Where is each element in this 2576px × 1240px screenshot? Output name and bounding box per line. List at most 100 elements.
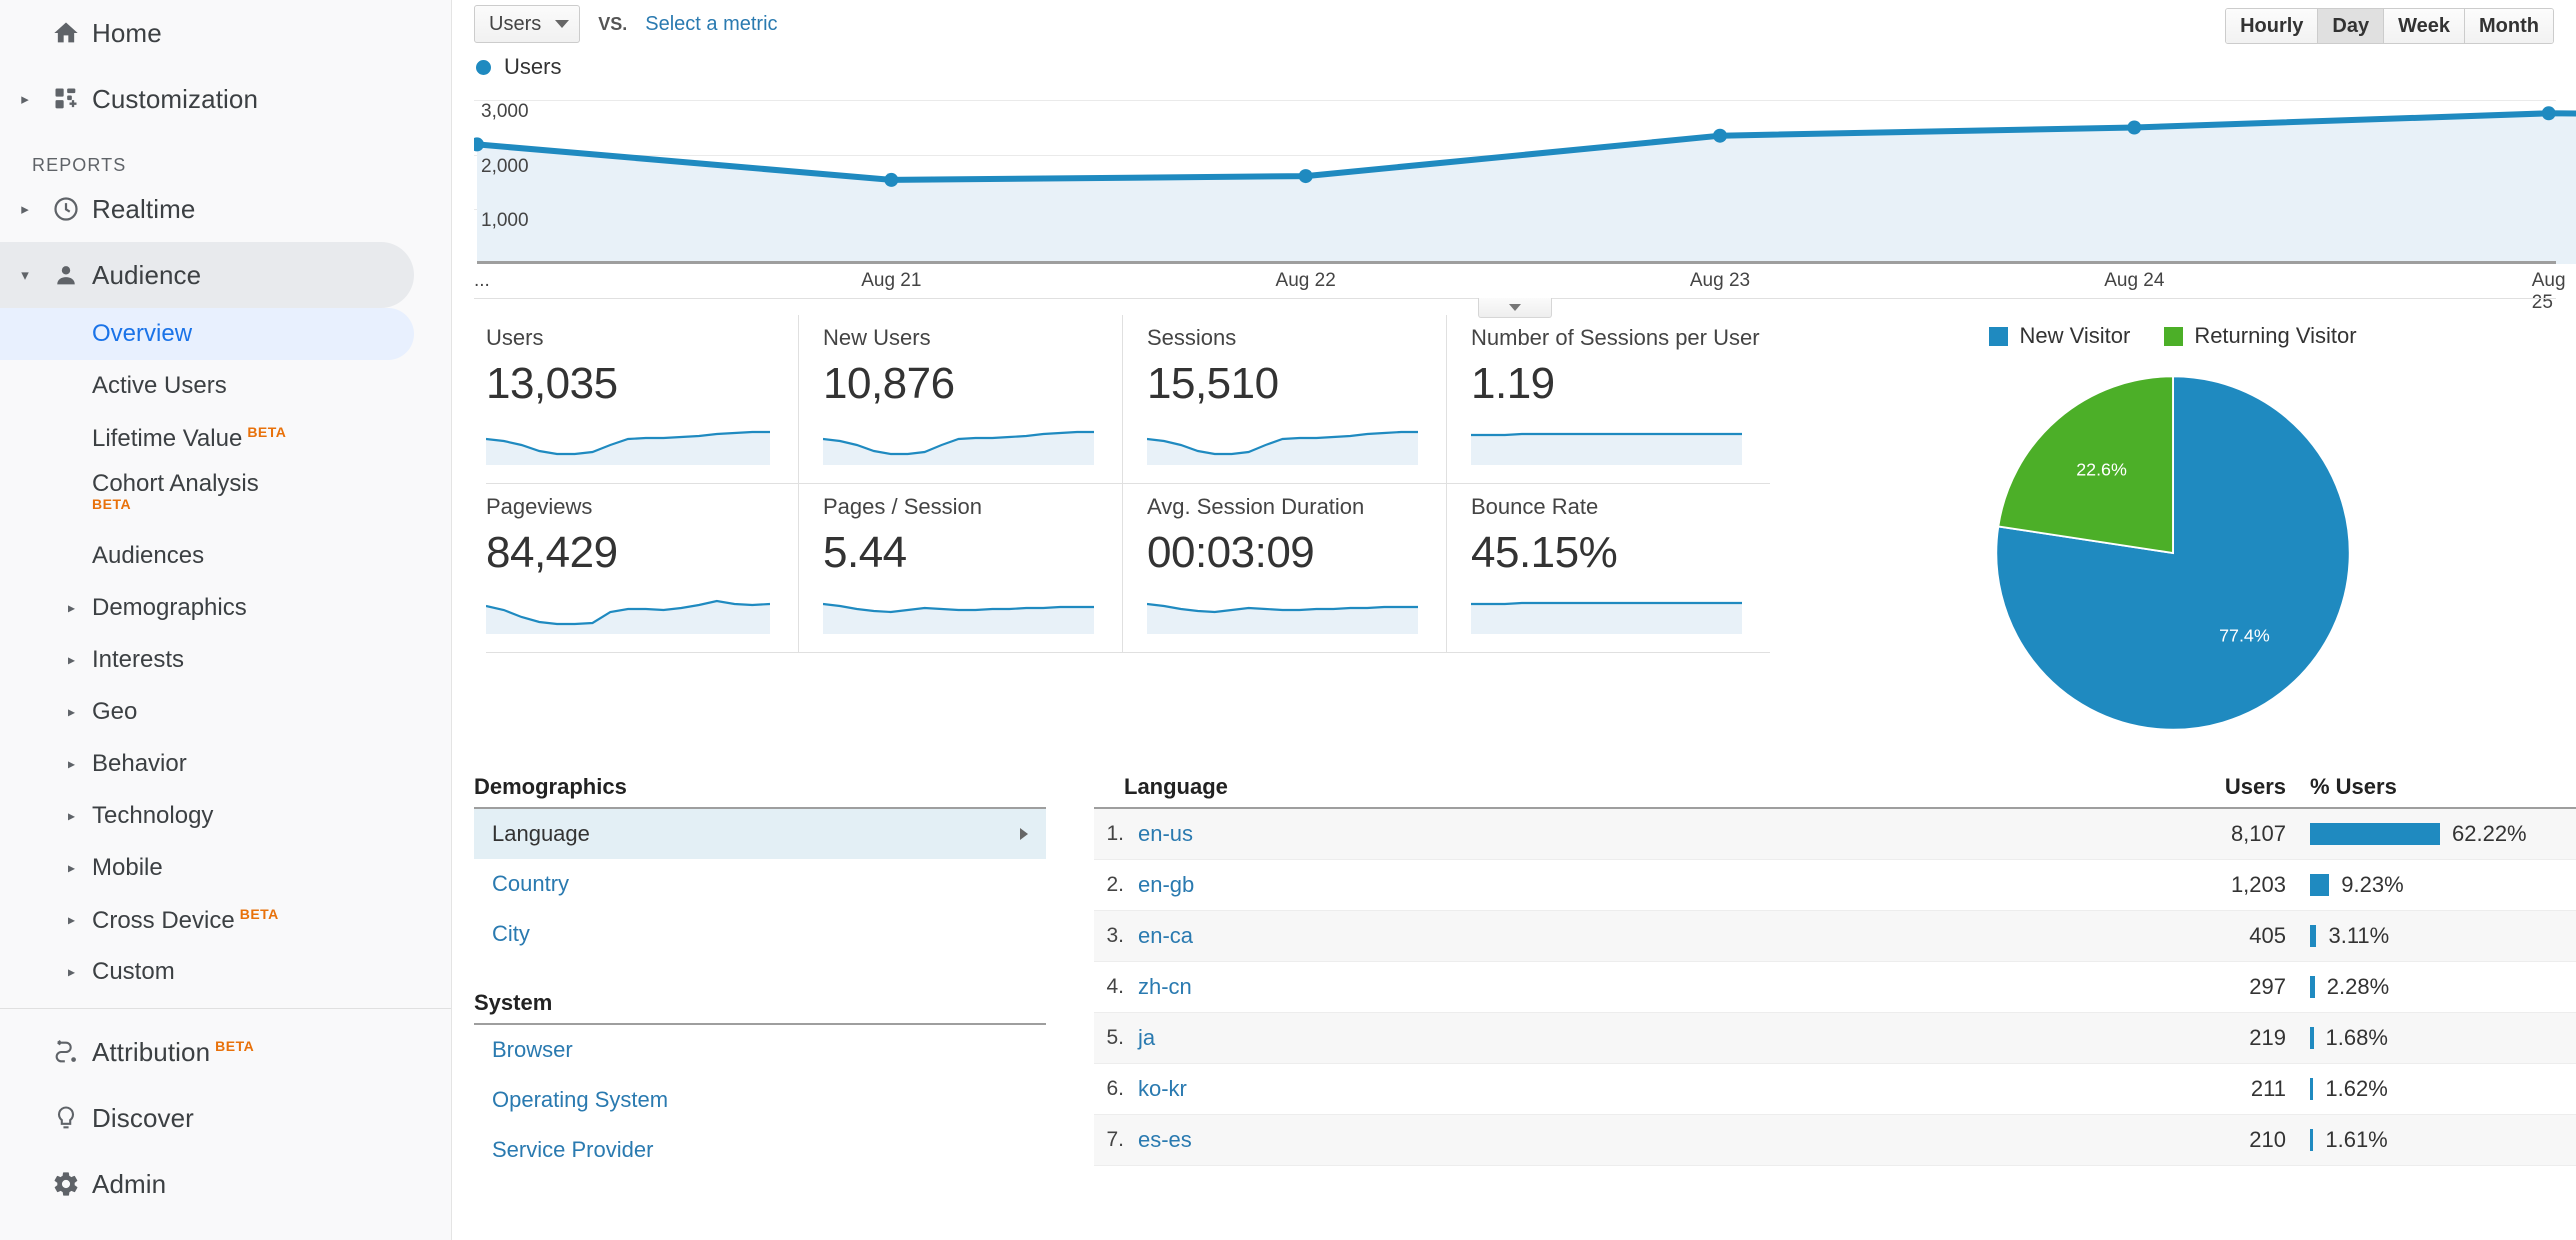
row-language-link[interactable]: zh-cn — [1124, 974, 2136, 1000]
metric-card-value: 13,035 — [486, 359, 618, 408]
caret-collapsed-icon: ▸ — [21, 200, 29, 218]
metric-card[interactable]: Bounce Rate 45.15% — [1446, 484, 1770, 652]
sidebar-item-label: Home — [92, 17, 162, 48]
dimension-item-service-provider[interactable]: Service Provider — [474, 1125, 1046, 1175]
row-language-link[interactable]: ko-kr — [1124, 1076, 2136, 1102]
chart-legend: Users — [474, 48, 2556, 86]
metric-card[interactable]: Number of Sessions per User 1.19 — [1446, 315, 1770, 483]
sidebar-item-customization[interactable]: ▸ Customization — [0, 66, 451, 132]
metric-card[interactable]: Users 13,035 — [474, 315, 798, 483]
sidebar-item-custom[interactable]: ▸ Custom — [0, 946, 451, 998]
sidebar-item-attribution[interactable]: Attribution BETA — [0, 1019, 451, 1085]
dimension-item-city[interactable]: City — [474, 909, 1046, 959]
row-rank: 7. — [1106, 1128, 1124, 1151]
sidebar-item-cross-device[interactable]: ▸ Cross Device BETA — [0, 894, 451, 946]
row-language-link[interactable]: es-es — [1124, 1127, 2136, 1153]
row-rank: 3. — [1106, 924, 1124, 947]
dimension-item-language[interactable]: Language — [474, 809, 1046, 859]
pie-legend-swatch — [1989, 326, 2009, 346]
sidebar-item-admin[interactable]: Admin — [0, 1151, 451, 1217]
metric-card[interactable]: Sessions 15,510 — [1122, 315, 1446, 483]
metric-card[interactable]: New Users 10,876 — [798, 315, 1122, 483]
dimension-item-country[interactable]: Country — [474, 859, 1046, 909]
beta-badge: BETA — [215, 1037, 255, 1054]
bulb-icon — [40, 1104, 92, 1132]
granularity-week[interactable]: Week — [2384, 9, 2466, 43]
sidebar-item-interests[interactable]: ▸ Interests — [0, 634, 451, 686]
chevron-right-icon — [1020, 828, 1028, 840]
granularity-hourly[interactable]: Hourly — [2226, 9, 2319, 43]
chart-bottom-rule — [474, 298, 2556, 318]
pie-legend-item[interactable]: New Visitor — [1989, 323, 2130, 349]
chart-plot-area[interactable]: 1,000 2,000 3,000 — [474, 86, 2576, 264]
row-pct-cell: 62.22% — [2286, 821, 2576, 847]
chart-x-tick: Aug 22 — [1275, 270, 1336, 291]
column-header-language[interactable]: Language — [1094, 774, 2136, 800]
granularity-day[interactable]: Day — [2318, 9, 2385, 43]
row-language-link[interactable]: en-ca — [1124, 923, 2136, 949]
column-header-pct-users[interactable]: % Users — [2286, 774, 2576, 800]
sidebar-item-cohort-analysis[interactable]: Cohort Analysis BETA — [0, 464, 451, 530]
sidebar-item-active-users[interactable]: Active Users — [0, 360, 451, 412]
metric-select[interactable]: Users — [474, 5, 581, 43]
dimension-item-browser[interactable]: Browser — [474, 1025, 1046, 1075]
sidebar-item-label: Audience — [92, 259, 202, 290]
metric-card[interactable]: Avg. Session Duration 00:03:09 — [1122, 484, 1446, 652]
sidebar-item-home[interactable]: Home — [0, 0, 451, 66]
sidebar-item-lifetime-value[interactable]: Lifetime Value BETA — [0, 412, 451, 464]
metric-card-sparkline — [1471, 586, 1742, 634]
pie-legend-item[interactable]: Returning Visitor — [2164, 323, 2357, 349]
sidebar-item-geo[interactable]: ▸ Geo — [0, 686, 451, 738]
person-icon — [40, 261, 92, 289]
dimension-item-operating-system[interactable]: Operating System — [474, 1075, 1046, 1125]
legend-label-users: Users — [504, 54, 562, 79]
column-header-users[interactable]: Users — [2136, 774, 2286, 800]
sidebar-subitem-label: Behavior — [92, 750, 187, 777]
dimension-item-label: Language — [492, 821, 590, 846]
vs-label: VS. — [598, 13, 628, 34]
sidebar-subitem-label: Lifetime Value BETA — [92, 423, 287, 452]
sidebar-item-behavior[interactable]: ▸ Behavior — [0, 738, 451, 790]
sidebar-item-discover[interactable]: Discover — [0, 1085, 451, 1151]
row-language-link[interactable]: ja — [1124, 1025, 2136, 1051]
sidebar-item-technology[interactable]: ▸ Technology — [0, 790, 451, 842]
granularity-month[interactable]: Month — [2465, 9, 2553, 43]
table-row[interactable]: 7. es-es 210 1.61% — [1094, 1115, 2576, 1166]
select-a-metric-link[interactable]: Select a metric — [645, 13, 777, 36]
metric-card-inner: Pageviews 84,429 — [474, 494, 798, 634]
sidebar-item-demographics[interactable]: ▸ Demographics — [0, 582, 451, 634]
row-pct-bar — [2310, 874, 2330, 896]
chart-y-tick: 2,000 — [481, 155, 529, 177]
table-row[interactable]: 1. en-us 8,107 62.22% — [1094, 809, 2576, 860]
row-pct-value: 1.61% — [2325, 1127, 2388, 1152]
metric-card-value: 84,429 — [486, 528, 618, 577]
pie-legend-label: Returning Visitor — [2194, 323, 2357, 348]
sidebar-item-realtime[interactable]: ▸ Realtime — [0, 176, 451, 242]
metric-card[interactable]: Pages / Session 5.44 — [798, 484, 1122, 652]
sidebar-item-overview[interactable]: Overview — [0, 308, 414, 360]
metric-card-row: Pageviews 84,429 Pages / Session 5.44 Avg. S… — [474, 484, 1770, 652]
sidebar-item-audiences[interactable]: Audiences — [0, 530, 451, 582]
row-rank: 6. — [1106, 1077, 1124, 1100]
row-pct-bar — [2310, 1027, 2314, 1049]
metric-card-value: 5.44 — [823, 528, 907, 577]
pie-chart[interactable]: 77.4% 22.6% — [1770, 365, 2576, 741]
metric-card-value: 15,510 — [1147, 359, 1279, 408]
beta-badge: BETA — [247, 423, 287, 440]
pie-legend-swatch — [2164, 326, 2184, 346]
table-row[interactable]: 2. en-gb 1,203 9.23% — [1094, 860, 2576, 911]
row-language-link[interactable]: en-us — [1124, 821, 2136, 847]
table-row[interactable]: 4. zh-cn 297 2.28% — [1094, 962, 2576, 1013]
sidebar-item-audience[interactable]: ▾ Audience — [0, 242, 414, 308]
metric-card-inner: Pages / Session 5.44 — [799, 494, 1122, 634]
sidebar-item-mobile[interactable]: ▸ Mobile — [0, 842, 451, 894]
table-row[interactable]: 5. ja 219 1.68% — [1094, 1013, 2576, 1064]
granularity-toggle-group: Hourly Day Week Month — [2225, 8, 2554, 44]
table-row[interactable]: 3. en-ca 405 3.11% — [1094, 911, 2576, 962]
metric-card[interactable]: Pageviews 84,429 — [474, 484, 798, 652]
new-vs-returning-pie: New Visitor Returning Visitor 77.4% 22.6% — [1770, 315, 2576, 741]
row-language-link[interactable]: en-gb — [1124, 872, 2136, 898]
metric-card-sparkline — [1147, 586, 1418, 634]
row-pct-bar — [2310, 1129, 2314, 1151]
table-row[interactable]: 6. ko-kr 211 1.62% — [1094, 1064, 2576, 1115]
